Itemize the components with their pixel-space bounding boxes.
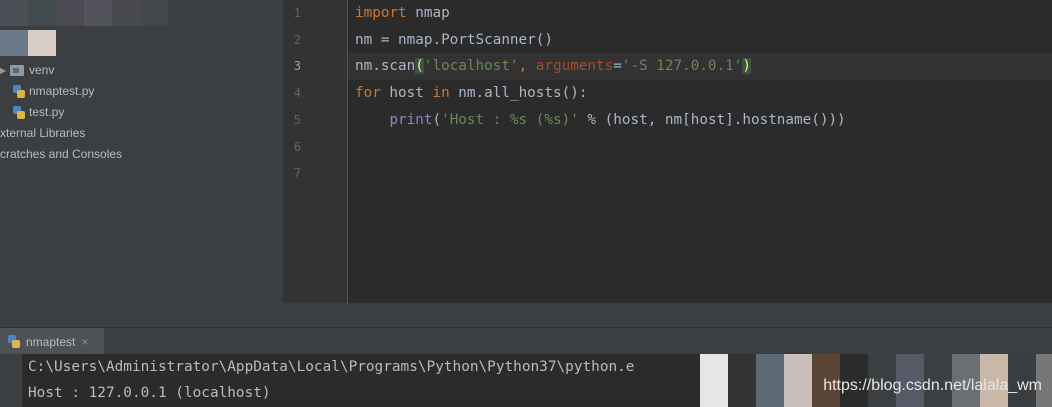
line-number-gutter: 1 2 3 4 5 6 7 — [283, 0, 348, 303]
run-tab-nmaptest[interactable]: nmaptest × — [0, 328, 104, 355]
tree-item-label: test.py — [29, 105, 65, 119]
console-line: C:\Users\Administrator\AppData\Local\Pro… — [28, 359, 635, 375]
line-number: 1 — [293, 6, 301, 20]
line-number: 3 — [293, 59, 301, 73]
tree-item-scratches[interactable]: cratches and Consoles — [0, 144, 122, 165]
editor-footer — [283, 303, 1052, 327]
matched-brace: ( — [415, 58, 424, 74]
tree-item-label: nmaptest.py — [29, 84, 95, 98]
python-file-icon — [8, 335, 20, 348]
tree-item-label: venv — [29, 63, 55, 77]
watermark: https://blog.csdn.net/lalala_wm — [823, 377, 1042, 394]
run-console[interactable]: C:\Users\Administrator\AppData\Local\Pro… — [22, 354, 1052, 407]
code-line-5[interactable]: print('Host : %s (%s)' % (host, nm[host]… — [355, 107, 845, 134]
console-line: Host : 127.0.0.1 (localhost) — [28, 385, 271, 401]
close-icon[interactable]: × — [81, 335, 88, 349]
code-editor[interactable]: import nmap nm = nmap.PortScanner() nm.s… — [348, 0, 1052, 303]
line-number: 6 — [293, 140, 301, 154]
line-number: 4 — [293, 86, 301, 100]
run-tab-label: nmaptest — [26, 334, 76, 349]
blurred-region — [0, 0, 168, 26]
python-file-icon — [13, 106, 25, 119]
code-line-4[interactable]: for host in nm.all_hosts(): — [355, 80, 587, 107]
line-number: 5 — [293, 113, 301, 127]
blurred-region — [0, 30, 56, 56]
project-sidebar: ▶ venv nmaptest.py test.py xternal Libra… — [0, 0, 283, 327]
line-number: 7 — [293, 166, 301, 180]
tree-item-label: xternal Libraries — [0, 126, 86, 140]
tree-item-external-libraries[interactable]: xternal Libraries — [0, 123, 85, 144]
matched-brace: ) — [742, 58, 751, 74]
tree-item-test[interactable]: test.py — [13, 102, 64, 123]
python-file-icon — [13, 85, 25, 98]
line-number: 2 — [293, 33, 301, 47]
code-line-3[interactable]: nm.scan('localhost', arguments='-S 127.0… — [355, 53, 751, 80]
tree-item-nmaptest[interactable]: nmaptest.py — [13, 81, 94, 102]
expand-arrow-icon[interactable]: ▶ — [0, 60, 10, 81]
tree-item-venv[interactable]: ▶ venv — [0, 60, 55, 81]
run-toolbar — [0, 354, 23, 407]
code-line-2[interactable]: nm = nmap.PortScanner() — [355, 27, 553, 54]
run-tab-bar: nmaptest × — [0, 327, 1052, 355]
tree-item-label: cratches and Consoles — [0, 147, 123, 161]
folder-icon — [10, 65, 24, 76]
code-line-1[interactable]: import nmap — [355, 0, 450, 27]
